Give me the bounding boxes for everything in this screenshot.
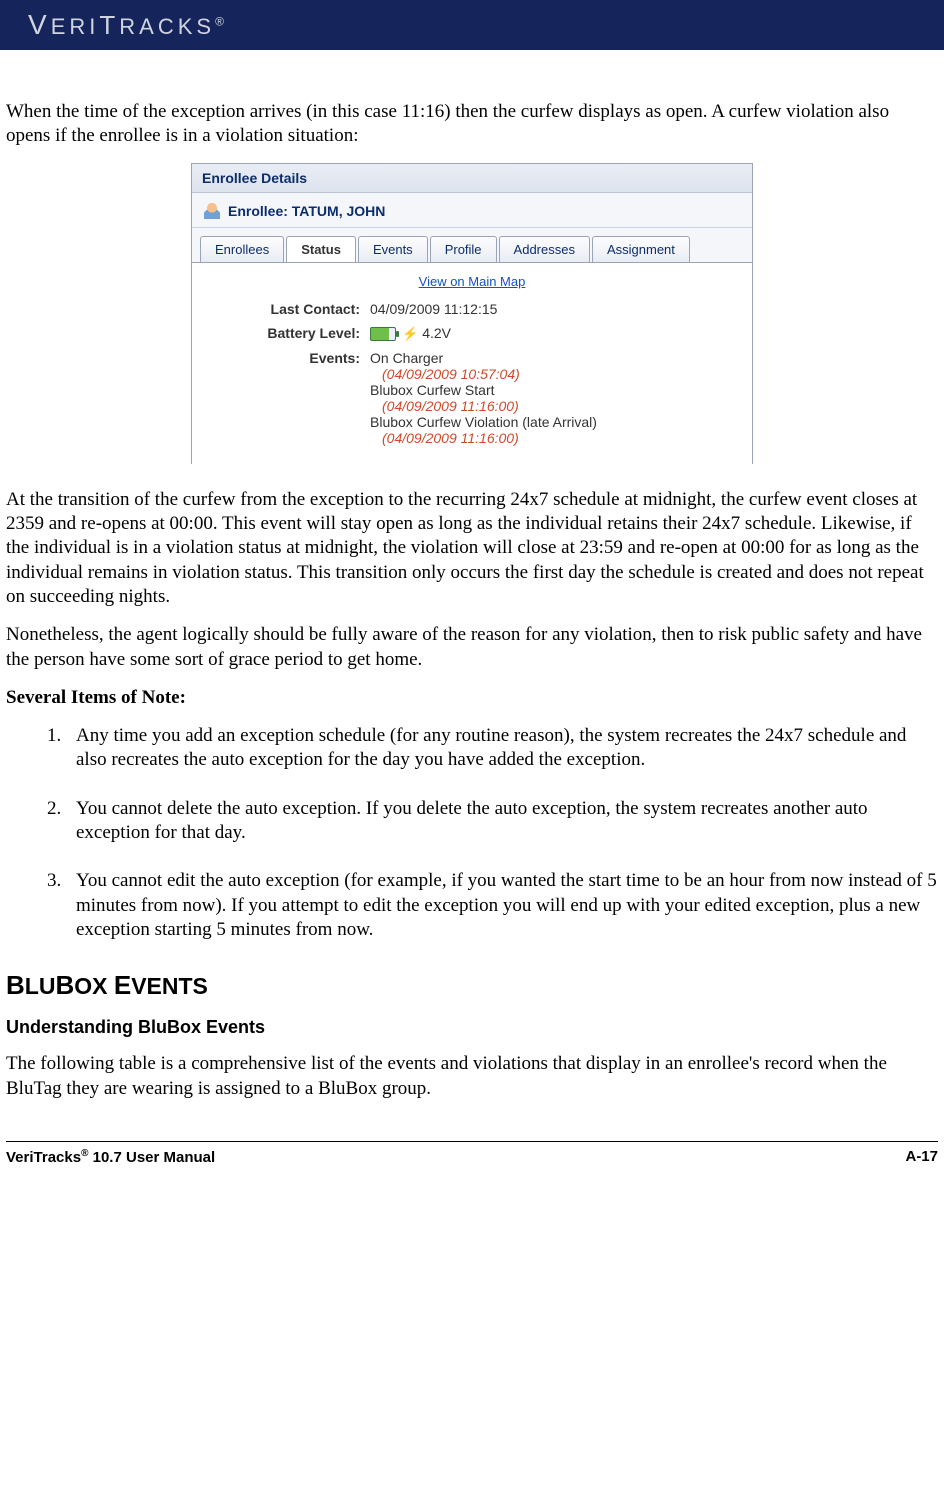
- event-timestamp: (04/09/2009 10:57:04): [370, 366, 752, 382]
- footer-product: VeriTracks: [6, 1149, 81, 1166]
- paragraph-3: Nonetheless, the agent logically should …: [6, 623, 938, 672]
- brand-logo: VERITRACKS®: [28, 9, 224, 41]
- enrollee-header: Enrollee: TATUM, JOHN: [192, 193, 752, 228]
- event-timestamp: (04/09/2009 11:16:00): [370, 430, 752, 446]
- tab-strip: Enrollees Status Events Profile Addresse…: [192, 228, 752, 262]
- map-link-row: View on Main Map: [192, 269, 752, 297]
- last-contact-value: 04/09/2009 11:12:15: [370, 301, 752, 317]
- last-contact-label: Last Contact:: [192, 301, 370, 317]
- brand-text-2: RACKS: [119, 14, 215, 39]
- event-item: Blubox Curfew Violation (late Arrival): [370, 414, 752, 430]
- sec-head-part-1: B: [6, 970, 25, 1000]
- footer-page-number: A-17: [905, 1148, 938, 1166]
- tab-assignment[interactable]: Assignment: [592, 236, 690, 262]
- enrollee-label: Enrollee:: [228, 203, 292, 219]
- note-item-2: You cannot delete the auto exception. If…: [66, 797, 938, 846]
- event-timestamp: (04/09/2009 11:16:00): [370, 398, 752, 414]
- intro-paragraph-1: When the time of the exception arrives (…: [6, 100, 938, 149]
- sec-head-part-3: E: [114, 970, 131, 1000]
- person-icon: [204, 203, 220, 219]
- events-label: Events:: [192, 350, 370, 446]
- page-footer: VeriTracks® 10.7 User Manual A-17: [6, 1141, 938, 1166]
- notes-list: Any time you add an exception schedule (…: [6, 724, 938, 942]
- row-events: Events: On Charger (04/09/2009 10:57:04)…: [192, 346, 752, 450]
- bolt-icon: ⚡: [402, 326, 418, 341]
- tab-profile[interactable]: Profile: [430, 236, 497, 262]
- sub-heading: Understanding BluBox Events: [6, 1017, 938, 1038]
- note-item-3: You cannot edit the auto exception (for …: [66, 869, 938, 942]
- battery-icon: [370, 327, 396, 341]
- brand-registered: ®: [215, 15, 224, 29]
- row-battery: Battery Level: ⚡ 4.2V: [192, 321, 752, 346]
- tab-body: View on Main Map Last Contact: 04/09/200…: [192, 262, 752, 464]
- tab-enrollees[interactable]: Enrollees: [200, 236, 284, 262]
- panel-title: Enrollee Details: [192, 164, 752, 193]
- notes-heading: Several Items of Note:: [6, 686, 938, 710]
- note-item-1: Any time you add an exception schedule (…: [66, 724, 938, 773]
- footer-left: VeriTracks® 10.7 User Manual: [6, 1148, 215, 1166]
- brand-text-1: ERI: [51, 14, 100, 39]
- tab-addresses[interactable]: Addresses: [499, 236, 590, 262]
- enrollee-details-panel: Enrollee Details Enrollee: TATUM, JOHN E…: [191, 163, 753, 464]
- paragraph-4: The following table is a comprehensive l…: [6, 1052, 938, 1101]
- paragraph-2: At the transition of the curfew from the…: [6, 488, 938, 610]
- event-item: Blubox Curfew Start: [370, 382, 752, 398]
- event-item: On Charger: [370, 350, 752, 366]
- tab-events[interactable]: Events: [358, 236, 428, 262]
- battery-value: 4.2V: [422, 325, 451, 341]
- battery-value-cell: ⚡ 4.2V: [370, 325, 752, 342]
- battery-label: Battery Level:: [192, 325, 370, 342]
- view-on-main-map-link[interactable]: View on Main Map: [419, 274, 526, 289]
- footer-manual: 10.7 User Manual: [88, 1149, 215, 1166]
- events-list: On Charger (04/09/2009 10:57:04) Blubox …: [370, 350, 752, 446]
- sec-head-part-2: B: [55, 970, 74, 1000]
- tab-status[interactable]: Status: [286, 236, 356, 262]
- row-last-contact: Last Contact: 04/09/2009 11:12:15: [192, 297, 752, 321]
- enrollee-value: TATUM, JOHN: [292, 203, 386, 219]
- brand-header: VERITRACKS®: [0, 0, 944, 50]
- section-heading-blubox-events: BLUBOX EVENTS: [6, 970, 938, 1001]
